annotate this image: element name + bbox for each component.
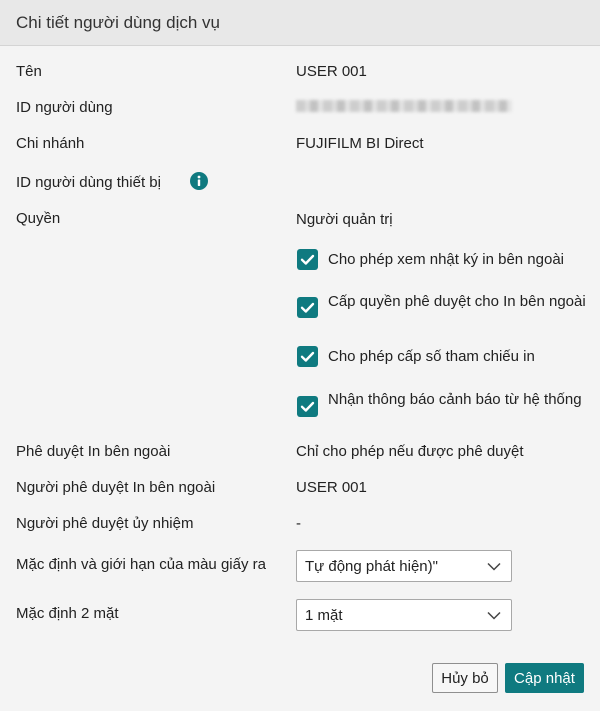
checkmark-icon — [300, 401, 315, 412]
duplex-default-selected-value: 1 mặt — [305, 607, 343, 624]
output-color-select[interactable]: Tự động phát hiện)" — [296, 550, 512, 582]
chevron-down-icon — [487, 562, 501, 571]
name-label: Tên — [16, 63, 42, 80]
name-value: USER 001 — [296, 63, 367, 80]
role-value: Người quản trị — [296, 211, 393, 228]
role-label: Quyền — [16, 210, 61, 227]
duplex-default-select[interactable]: 1 mặt — [296, 599, 512, 631]
cancel-button[interactable]: Hủy bỏ — [432, 663, 498, 693]
info-icon[interactable] — [190, 172, 208, 190]
permission-label-approve-external-print: Cấp quyền phê duyệt cho In bên ngoài — [328, 293, 586, 310]
branch-label: Chi nhánh — [16, 135, 85, 152]
dialog-title: Chi tiết người dùng dịch vụ — [16, 13, 220, 32]
duplex-default-label: Mặc định 2 mặt — [16, 605, 119, 622]
external-print-approval-value: Chỉ cho phép nếu được phê duyệt — [296, 443, 524, 460]
chevron-down-icon — [487, 611, 501, 620]
delegated-approver-value: - — [296, 515, 301, 532]
checkmark-icon — [300, 254, 315, 265]
update-button[interactable]: Cập nhật — [505, 663, 584, 693]
permission-checkbox-issue-print-reference[interactable] — [297, 346, 318, 367]
output-color-label: Mặc định và giới hạn của màu giấy ra — [16, 556, 266, 573]
permission-label-system-alerts: Nhận thông báo cảnh báo từ hệ thống — [328, 391, 582, 408]
permission-checkbox-approve-external-print[interactable] — [297, 297, 318, 318]
external-print-approver-value: USER 001 — [296, 479, 367, 496]
permission-label-issue-print-reference: Cho phép cấp số tham chiếu in — [328, 348, 535, 365]
permission-checkbox-system-alerts[interactable] — [297, 396, 318, 417]
dialog-header: Chi tiết người dùng dịch vụ — [0, 0, 600, 46]
user-id-value-redacted — [296, 100, 512, 112]
permission-label-view-external-log: Cho phép xem nhật ký in bên ngoài — [328, 251, 564, 268]
delegated-approver-label: Người phê duyệt ủy nhiệm — [16, 515, 194, 532]
output-color-selected-value: Tự động phát hiện)" — [305, 558, 438, 575]
device-user-id-label: ID người dùng thiết bị — [16, 174, 161, 191]
checkmark-icon — [300, 351, 315, 362]
branch-value: FUJIFILM BI Direct — [296, 135, 424, 152]
user-id-label: ID người dùng — [16, 99, 113, 116]
permission-checkbox-view-external-log[interactable] — [297, 249, 318, 270]
external-print-approval-label: Phê duyệt In bên ngoài — [16, 443, 171, 460]
checkmark-icon — [300, 302, 315, 313]
external-print-approver-label: Người phê duyệt In bên ngoài — [16, 479, 216, 496]
service-user-details-dialog: Chi tiết người dùng dịch vụ Tên USER 001… — [0, 0, 600, 711]
